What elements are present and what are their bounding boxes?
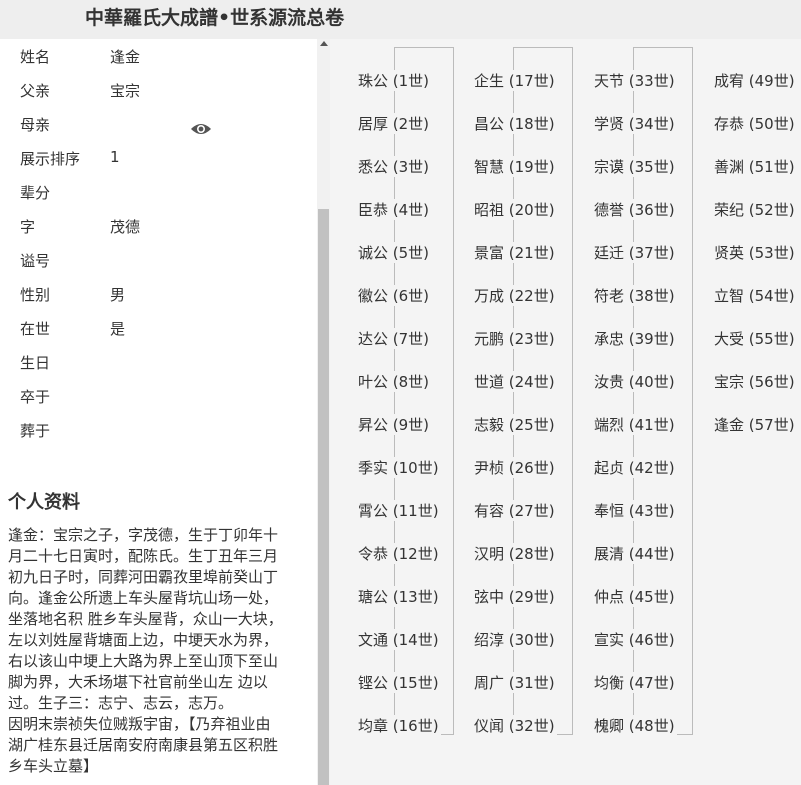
- generation-item[interactable]: 逢金 (57世): [712, 414, 797, 435]
- info-value: 茂德: [110, 218, 141, 236]
- generation-item[interactable]: 元鹏 (23世): [472, 328, 557, 349]
- scroll-up-arrow-icon[interactable]: [320, 41, 328, 46]
- generation-item[interactable]: 万成 (22世): [472, 285, 557, 306]
- generation-item[interactable]: 槐卿 (48世): [592, 715, 677, 736]
- generation-item[interactable]: 居厚 (2世): [356, 113, 432, 134]
- generation-item[interactable]: 世道 (24世): [472, 371, 557, 392]
- info-label: 展示排序: [20, 150, 81, 168]
- generation-item[interactable]: 展清 (44世): [592, 543, 677, 564]
- generation-item[interactable]: 均章 (16世): [356, 715, 441, 736]
- generation-item[interactable]: 周广 (31世): [472, 672, 557, 693]
- generation-item[interactable]: 奉恒 (43世): [592, 500, 677, 521]
- info-label: 姓名: [20, 48, 51, 66]
- generation-item[interactable]: 景富 (21世): [472, 242, 557, 263]
- info-value: 宝宗: [110, 82, 141, 100]
- info-label: 辈分: [20, 184, 51, 202]
- generation-item[interactable]: 汝贵 (40世): [592, 371, 677, 392]
- generation-item[interactable]: 符老 (38世): [592, 285, 677, 306]
- generation-item[interactable]: 有容 (27世): [472, 500, 557, 521]
- generation-item[interactable]: 汉明 (28世): [472, 543, 557, 564]
- bio-line: 月二十七日寅时，配陈氏。生丁丑年三月: [8, 547, 279, 565]
- bio-line: 初九日子时，同葬河田霸孜里埠前癸山丁: [8, 568, 279, 586]
- generation-item[interactable]: 荣纪 (52世): [712, 199, 797, 220]
- generation-item[interactable]: 宗谟 (35世): [592, 156, 677, 177]
- generation-item[interactable]: 徽公 (6世): [356, 285, 432, 306]
- info-value: 1: [110, 148, 120, 166]
- info-value: 是: [110, 320, 126, 338]
- bio-line: 脚为界，大禾场堪下社官前坐山左 边以: [8, 673, 268, 691]
- generation-item[interactable]: 季实 (10世): [356, 457, 441, 478]
- generation-item[interactable]: 宝宗 (56世): [712, 371, 797, 392]
- generation-item[interactable]: 天节 (33世): [592, 70, 677, 91]
- generation-item[interactable]: 贤英 (53世): [712, 242, 797, 263]
- info-label: 母亲: [20, 116, 51, 134]
- generation-item[interactable]: 立智 (54世): [712, 285, 797, 306]
- generation-item[interactable]: 昭祖 (20世): [472, 199, 557, 220]
- generation-item[interactable]: 昇公 (9世): [356, 414, 432, 435]
- generation-item[interactable]: 霄公 (11世): [356, 500, 441, 521]
- profile-title: 个人资料: [8, 492, 80, 513]
- bio-line: 湖广桂东县迁居南安府南康县第五区积胜: [8, 736, 279, 754]
- generation-item[interactable]: 端烈 (41世): [592, 414, 677, 435]
- generation-item[interactable]: 铿公 (15世): [356, 672, 441, 693]
- info-label: 葬于: [20, 422, 51, 440]
- bio-line: 乡车头立墓】: [8, 757, 99, 775]
- bio-line: 坐落地名积 胜乡车头屋背，众山一大块，: [8, 610, 283, 628]
- generation-item[interactable]: 诚公 (5世): [356, 242, 432, 263]
- generation-item[interactable]: 叶公 (8世): [356, 371, 432, 392]
- page-title: 中華羅氏大成譜•世系源流总卷: [85, 7, 345, 29]
- generation-item[interactable]: 文通 (14世): [356, 629, 441, 650]
- bio-line: 向。逢金公所遗上车头屋背坑山场一处，: [8, 589, 279, 607]
- profile-bio: 逢金：宝宗之子，字茂德，生于丁卯年十 月二十七日寅时，配陈氏。生丁丑年三月 初九日子…: [8, 525, 300, 777]
- generation-item[interactable]: 仲点 (45世): [592, 586, 677, 607]
- generation-item[interactable]: 令恭 (12世): [356, 543, 441, 564]
- generation-item[interactable]: 学贤 (34世): [592, 113, 677, 134]
- header-bar: 中華羅氏大成譜•世系源流总卷: [0, 0, 801, 39]
- lineage-tree: 珠公 (1世) 居厚 (2世) 悉公 (3世) 臣恭 (4世) 诚公 (5世) 徽公 (6…: [330, 39, 801, 785]
- info-label: 生日: [20, 354, 51, 372]
- info-label: 卒于: [20, 388, 51, 406]
- generation-item[interactable]: 志毅 (25世): [472, 414, 557, 435]
- generation-item[interactable]: 善渊 (51世): [712, 156, 797, 177]
- generation-item[interactable]: 尹桢 (26世): [472, 457, 557, 478]
- view-icon[interactable]: [190, 119, 212, 139]
- info-label: 父亲: [20, 82, 51, 100]
- generation-item[interactable]: 珠公 (1世): [356, 70, 432, 91]
- generation-item[interactable]: 智慧 (19世): [472, 156, 557, 177]
- left-scrollbar[interactable]: [317, 39, 330, 785]
- bio-line: 过。生子三：志宁、志云，志万。: [8, 694, 234, 712]
- generation-item[interactable]: 达公 (7世): [356, 328, 432, 349]
- generation-item[interactable]: 起贞 (42世): [592, 457, 677, 478]
- generation-item[interactable]: 瑭公 (13世): [356, 586, 441, 607]
- generation-item[interactable]: 悉公 (3世): [356, 156, 432, 177]
- bio-line: 逢金：宝宗之子，字茂德，生于丁卯年十: [8, 526, 279, 544]
- bio-line: 左以刘姓屋背塘面上边，中埂天水为界，: [8, 631, 279, 649]
- bio-line: 因明末崇祯失位贼叛宇宙，【乃弃祖业由: [8, 715, 271, 733]
- info-value: 男: [110, 286, 126, 304]
- info-label: 字: [20, 218, 36, 236]
- generation-item[interactable]: 均衡 (47世): [592, 672, 677, 693]
- generation-item[interactable]: 成宥 (49世): [712, 70, 797, 91]
- bio-line: 右以该山中埂上大路为界上至山顶下至山: [8, 652, 279, 670]
- generation-item[interactable]: 大受 (55世): [712, 328, 797, 349]
- generation-item[interactable]: 德誉 (36世): [592, 199, 677, 220]
- info-label: 在世: [20, 320, 51, 338]
- generation-item[interactable]: 存恭 (50世): [712, 113, 797, 134]
- generation-item[interactable]: 昌公 (18世): [472, 113, 557, 134]
- generation-item[interactable]: 绍淳 (30世): [472, 629, 557, 650]
- generation-item[interactable]: 企生 (17世): [472, 70, 557, 91]
- generation-item[interactable]: 仪闻 (32世): [472, 715, 557, 736]
- info-label: 谥号: [20, 252, 51, 270]
- info-label: 性别: [20, 286, 51, 304]
- generation-item[interactable]: 宣实 (46世): [592, 629, 677, 650]
- scroll-thumb[interactable]: [318, 209, 329, 785]
- generation-item[interactable]: 承忠 (39世): [592, 328, 677, 349]
- generation-item[interactable]: 廷迁 (37世): [592, 242, 677, 263]
- generation-item[interactable]: 臣恭 (4世): [356, 199, 432, 220]
- generation-item[interactable]: 弦中 (29世): [472, 586, 557, 607]
- info-value: 逢金: [110, 48, 141, 66]
